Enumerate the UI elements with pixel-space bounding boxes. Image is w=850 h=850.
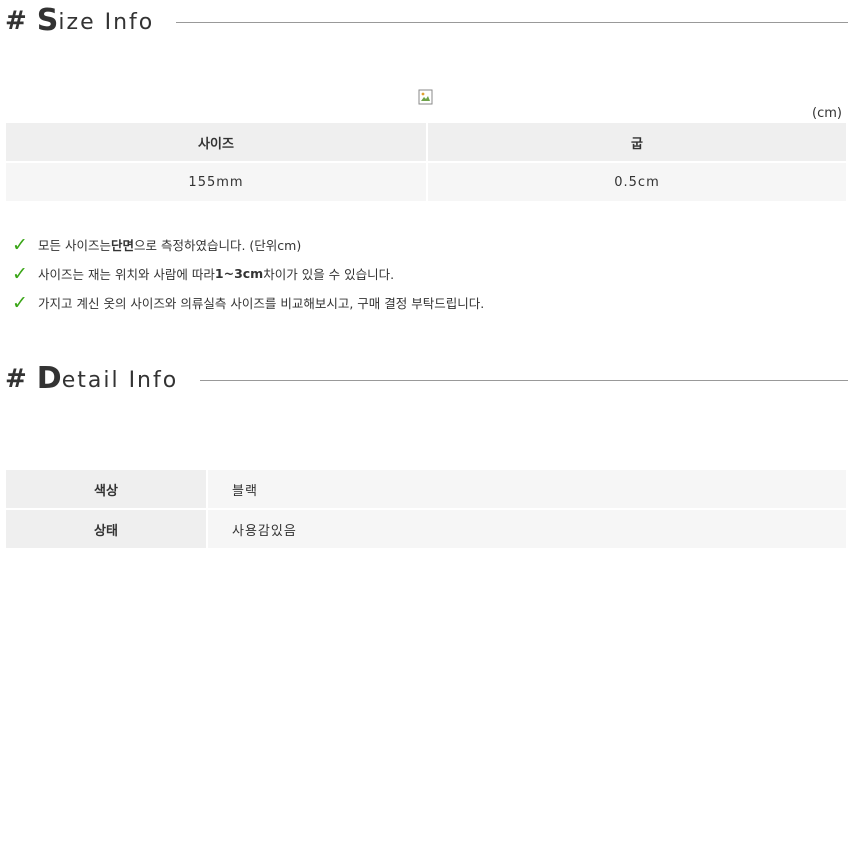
note-text-before: 가지고 계신 옷의 사이즈와 의류실측 사이즈를 비교해보시고, 구매 결정 부…: [38, 296, 485, 311]
heading-divider: [200, 379, 848, 381]
check-mark-icon: ✓: [12, 291, 28, 314]
size-header-size: 사이즈: [6, 123, 428, 163]
detail-value-condition: 사용감있음: [207, 509, 846, 550]
size-notes-list: ✓ 모든 사이즈는 단면 으로 측정하였습니다. (단위cm) ✓ 사이즈는 재…: [12, 230, 484, 317]
table-row: 색상 블랙: [6, 470, 846, 510]
check-mark-icon: ✓: [12, 233, 28, 256]
heel-value: 0.5cm: [427, 162, 846, 201]
note-text-before: 사이즈는 재는 위치와 사람에 따라: [38, 267, 215, 282]
table-row: 155mm 0.5cm: [6, 162, 846, 201]
size-value: 155mm: [6, 162, 428, 201]
note-text-bold: 1~3cm: [214, 266, 264, 281]
check-mark-icon: ✓: [12, 262, 28, 285]
detail-info-heading: # D etail Info: [5, 362, 848, 396]
product-info-page: # S ize Info (cm) 사이즈 굽 155mm 0.5cm ✓ 모든…: [0, 0, 850, 850]
broken-image-icon: [418, 89, 433, 105]
table-row: 상태 사용감있음: [6, 509, 846, 550]
list-item: ✓ 가지고 계신 옷의 사이즈와 의류실측 사이즈를 비교해보시고, 구매 결정…: [12, 288, 484, 317]
size-info-heading: # S ize Info: [5, 4, 848, 38]
unit-label: (cm): [812, 106, 842, 121]
note-text-bold: 단면: [110, 238, 134, 253]
heading-divider: [176, 21, 848, 23]
note-text-after: 으로 측정하였습니다. (단위cm): [134, 238, 302, 253]
list-item: ✓ 모든 사이즈는 단면 으로 측정하였습니다. (단위cm): [12, 230, 484, 259]
heading-hash: #: [5, 364, 27, 394]
note-text-before: 모든 사이즈는: [38, 238, 111, 253]
heading-hash: #: [5, 6, 27, 36]
detail-label-condition: 상태: [6, 509, 208, 550]
heading-initial: S: [36, 3, 59, 38]
heading-text: etail Info: [61, 368, 179, 393]
detail-table: 색상 블랙 상태 사용감있음: [6, 470, 846, 550]
size-table: 사이즈 굽 155mm 0.5cm: [6, 123, 846, 201]
size-header-heel: 굽: [427, 123, 846, 163]
heading-initial: D: [36, 361, 62, 396]
detail-label-color: 색상: [6, 470, 208, 510]
note-text-after: 차이가 있을 수 있습니다.: [263, 267, 395, 282]
size-table-header-row: 사이즈 굽: [6, 123, 846, 163]
list-item: ✓ 사이즈는 재는 위치와 사람에 따라 1~3cm 차이가 있을 수 있습니다.: [12, 259, 484, 288]
detail-value-color: 블랙: [207, 470, 846, 510]
heading-text: ize Info: [58, 10, 155, 35]
